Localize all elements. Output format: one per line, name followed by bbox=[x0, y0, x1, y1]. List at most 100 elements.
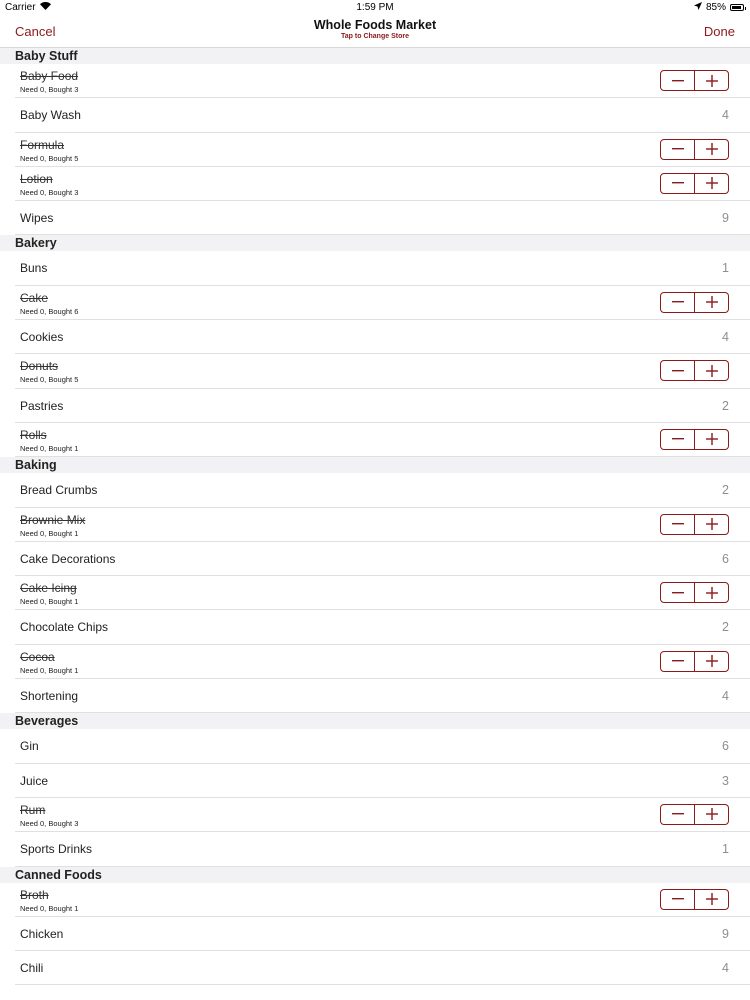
plus-icon bbox=[705, 143, 718, 156]
increment-button[interactable] bbox=[695, 890, 728, 909]
list-item[interactable]: Cake Decorations 6 bbox=[0, 541, 750, 577]
item-status: Need 0, Bought 5 bbox=[20, 153, 79, 163]
list-item[interactable]: Broth Need 0, Bought 1 bbox=[0, 882, 750, 918]
item-status: Need 0, Bought 1 bbox=[20, 665, 79, 675]
section-header: Bakery bbox=[0, 235, 750, 252]
list-item[interactable]: Rum Need 0, Bought 3 bbox=[0, 797, 750, 833]
item-name: Chocolate Chips bbox=[20, 620, 109, 635]
item-name: Buns bbox=[20, 261, 48, 276]
decrement-button[interactable] bbox=[661, 889, 695, 909]
increment-button[interactable] bbox=[695, 361, 728, 380]
increment-button[interactable] bbox=[695, 140, 728, 159]
list-item[interactable]: Juice 3 bbox=[0, 763, 750, 799]
battery-percent: 85% bbox=[705, 2, 726, 13]
plus-icon bbox=[705, 74, 718, 87]
list-item[interactable]: Cake Need 0, Bought 6 bbox=[0, 285, 750, 321]
quantity-stepper bbox=[660, 360, 729, 382]
increment-button[interactable] bbox=[695, 652, 728, 671]
status-bar: Carrier 1:59 PM 85% bbox=[0, 0, 750, 16]
plus-icon bbox=[705, 177, 718, 190]
item-count: 4 bbox=[722, 961, 729, 976]
item-count: 4 bbox=[722, 689, 729, 704]
decrement-button[interactable] bbox=[661, 71, 695, 90]
item-name: Wipes bbox=[20, 211, 54, 226]
increment-button[interactable] bbox=[695, 583, 728, 602]
list-item[interactable]: Baby Wash 4 bbox=[0, 98, 750, 133]
list-item[interactable]: Bread Crumbs 2 bbox=[0, 473, 750, 508]
increment-button[interactable] bbox=[695, 293, 728, 312]
list-item[interactable]: Gin 6 bbox=[0, 729, 750, 764]
list-item[interactable]: Shortening 4 bbox=[0, 679, 750, 714]
list-item[interactable]: Chicken 9 bbox=[0, 916, 750, 952]
list-item[interactable]: Cocoa Need 0, Bought 1 bbox=[0, 644, 750, 680]
plus-icon bbox=[705, 296, 718, 309]
list-item[interactable]: Donuts Need 0, Bought 5 bbox=[0, 354, 750, 389]
plus-icon bbox=[705, 655, 718, 668]
decrement-button[interactable] bbox=[661, 583, 695, 603]
location-arrow-icon bbox=[693, 2, 702, 13]
item-name: Cookies bbox=[20, 330, 64, 345]
decrement-button[interactable] bbox=[661, 173, 695, 193]
item-name: Cake bbox=[20, 290, 49, 305]
item-status: Need 0, Bought 1 bbox=[20, 443, 79, 453]
item-count: 2 bbox=[722, 398, 729, 413]
item-status: Need 0, Bought 1 bbox=[20, 597, 79, 607]
list-item[interactable]: Buns 1 bbox=[0, 251, 750, 287]
list-item[interactable]: Chocolate Chips 2 bbox=[0, 610, 750, 646]
item-status: Need 0, Bought 5 bbox=[20, 375, 79, 385]
list-item[interactable]: Brownie Mix Need 0, Bought 1 bbox=[0, 507, 750, 543]
list-item[interactable]: Baby Food Need 0, Bought 3 bbox=[0, 64, 750, 99]
decrement-button[interactable] bbox=[661, 651, 695, 671]
quantity-stepper bbox=[660, 70, 729, 91]
increment-button[interactable] bbox=[695, 805, 728, 824]
decrement-button[interactable] bbox=[661, 429, 695, 449]
list-item[interactable]: Rolls Need 0, Bought 1 bbox=[0, 422, 750, 458]
list-item[interactable]: Lotion Need 0, Bought 3 bbox=[0, 166, 750, 202]
list-item[interactable]: Sports Drinks 1 bbox=[0, 832, 750, 867]
done-button[interactable]: Done bbox=[704, 24, 735, 39]
item-count: 6 bbox=[722, 739, 729, 754]
quantity-stepper bbox=[660, 138, 729, 160]
list-item[interactable]: Formula Need 0, Bought 5 bbox=[0, 132, 750, 168]
list-item[interactable]: Cookies 4 bbox=[0, 320, 750, 355]
shopping-list: Baby Stuff Baby Food Need 0, Bought 3 Baby… bbox=[0, 48, 750, 986]
item-status: Need 0, Bought 1 bbox=[20, 528, 79, 538]
decrement-button[interactable] bbox=[661, 804, 695, 824]
decrement-button[interactable] bbox=[661, 361, 695, 381]
minus-icon bbox=[671, 79, 684, 82]
section-header: Baking bbox=[0, 457, 750, 474]
plus-icon bbox=[705, 586, 718, 599]
navigation-bar: Cancel Whole Foods Market Tap to Change … bbox=[0, 16, 750, 48]
list-item[interactable]: Chili 4 bbox=[0, 951, 750, 986]
list-item[interactable]: Pastries 2 bbox=[0, 388, 750, 424]
item-name: Bread Crumbs bbox=[20, 483, 98, 498]
section-header: Baby Stuff bbox=[0, 48, 750, 64]
item-name: Baby Wash bbox=[20, 108, 81, 123]
item-count: 1 bbox=[722, 842, 729, 857]
decrement-button[interactable] bbox=[661, 514, 695, 534]
item-name: Cake Decorations bbox=[20, 551, 116, 566]
minus-icon bbox=[671, 898, 684, 900]
decrement-button[interactable] bbox=[661, 139, 695, 159]
list-item[interactable]: Cake Icing Need 0, Bought 1 bbox=[0, 576, 750, 611]
section-header: Canned Foods bbox=[0, 866, 750, 883]
battery-icon bbox=[730, 4, 746, 11]
item-name: Cake Icing bbox=[20, 581, 77, 596]
item-count: 9 bbox=[722, 926, 729, 941]
increment-button[interactable] bbox=[695, 174, 728, 193]
quantity-stepper bbox=[660, 513, 729, 535]
clock: 1:59 PM bbox=[356, 2, 394, 13]
item-count: 2 bbox=[722, 483, 729, 498]
increment-button[interactable] bbox=[695, 515, 728, 534]
increment-button[interactable] bbox=[695, 430, 728, 449]
decrement-button[interactable] bbox=[661, 292, 695, 312]
store-title[interactable]: Whole Foods Market Tap to Change Store bbox=[0, 18, 750, 40]
quantity-stepper bbox=[660, 172, 729, 194]
item-name: Chicken bbox=[20, 926, 64, 941]
item-count: 3 bbox=[722, 773, 729, 788]
item-name: Chili bbox=[20, 961, 44, 976]
minus-icon bbox=[671, 438, 684, 440]
list-item[interactable]: Wipes 9 bbox=[0, 201, 750, 236]
increment-button[interactable] bbox=[695, 71, 728, 90]
quantity-stepper bbox=[660, 650, 729, 672]
